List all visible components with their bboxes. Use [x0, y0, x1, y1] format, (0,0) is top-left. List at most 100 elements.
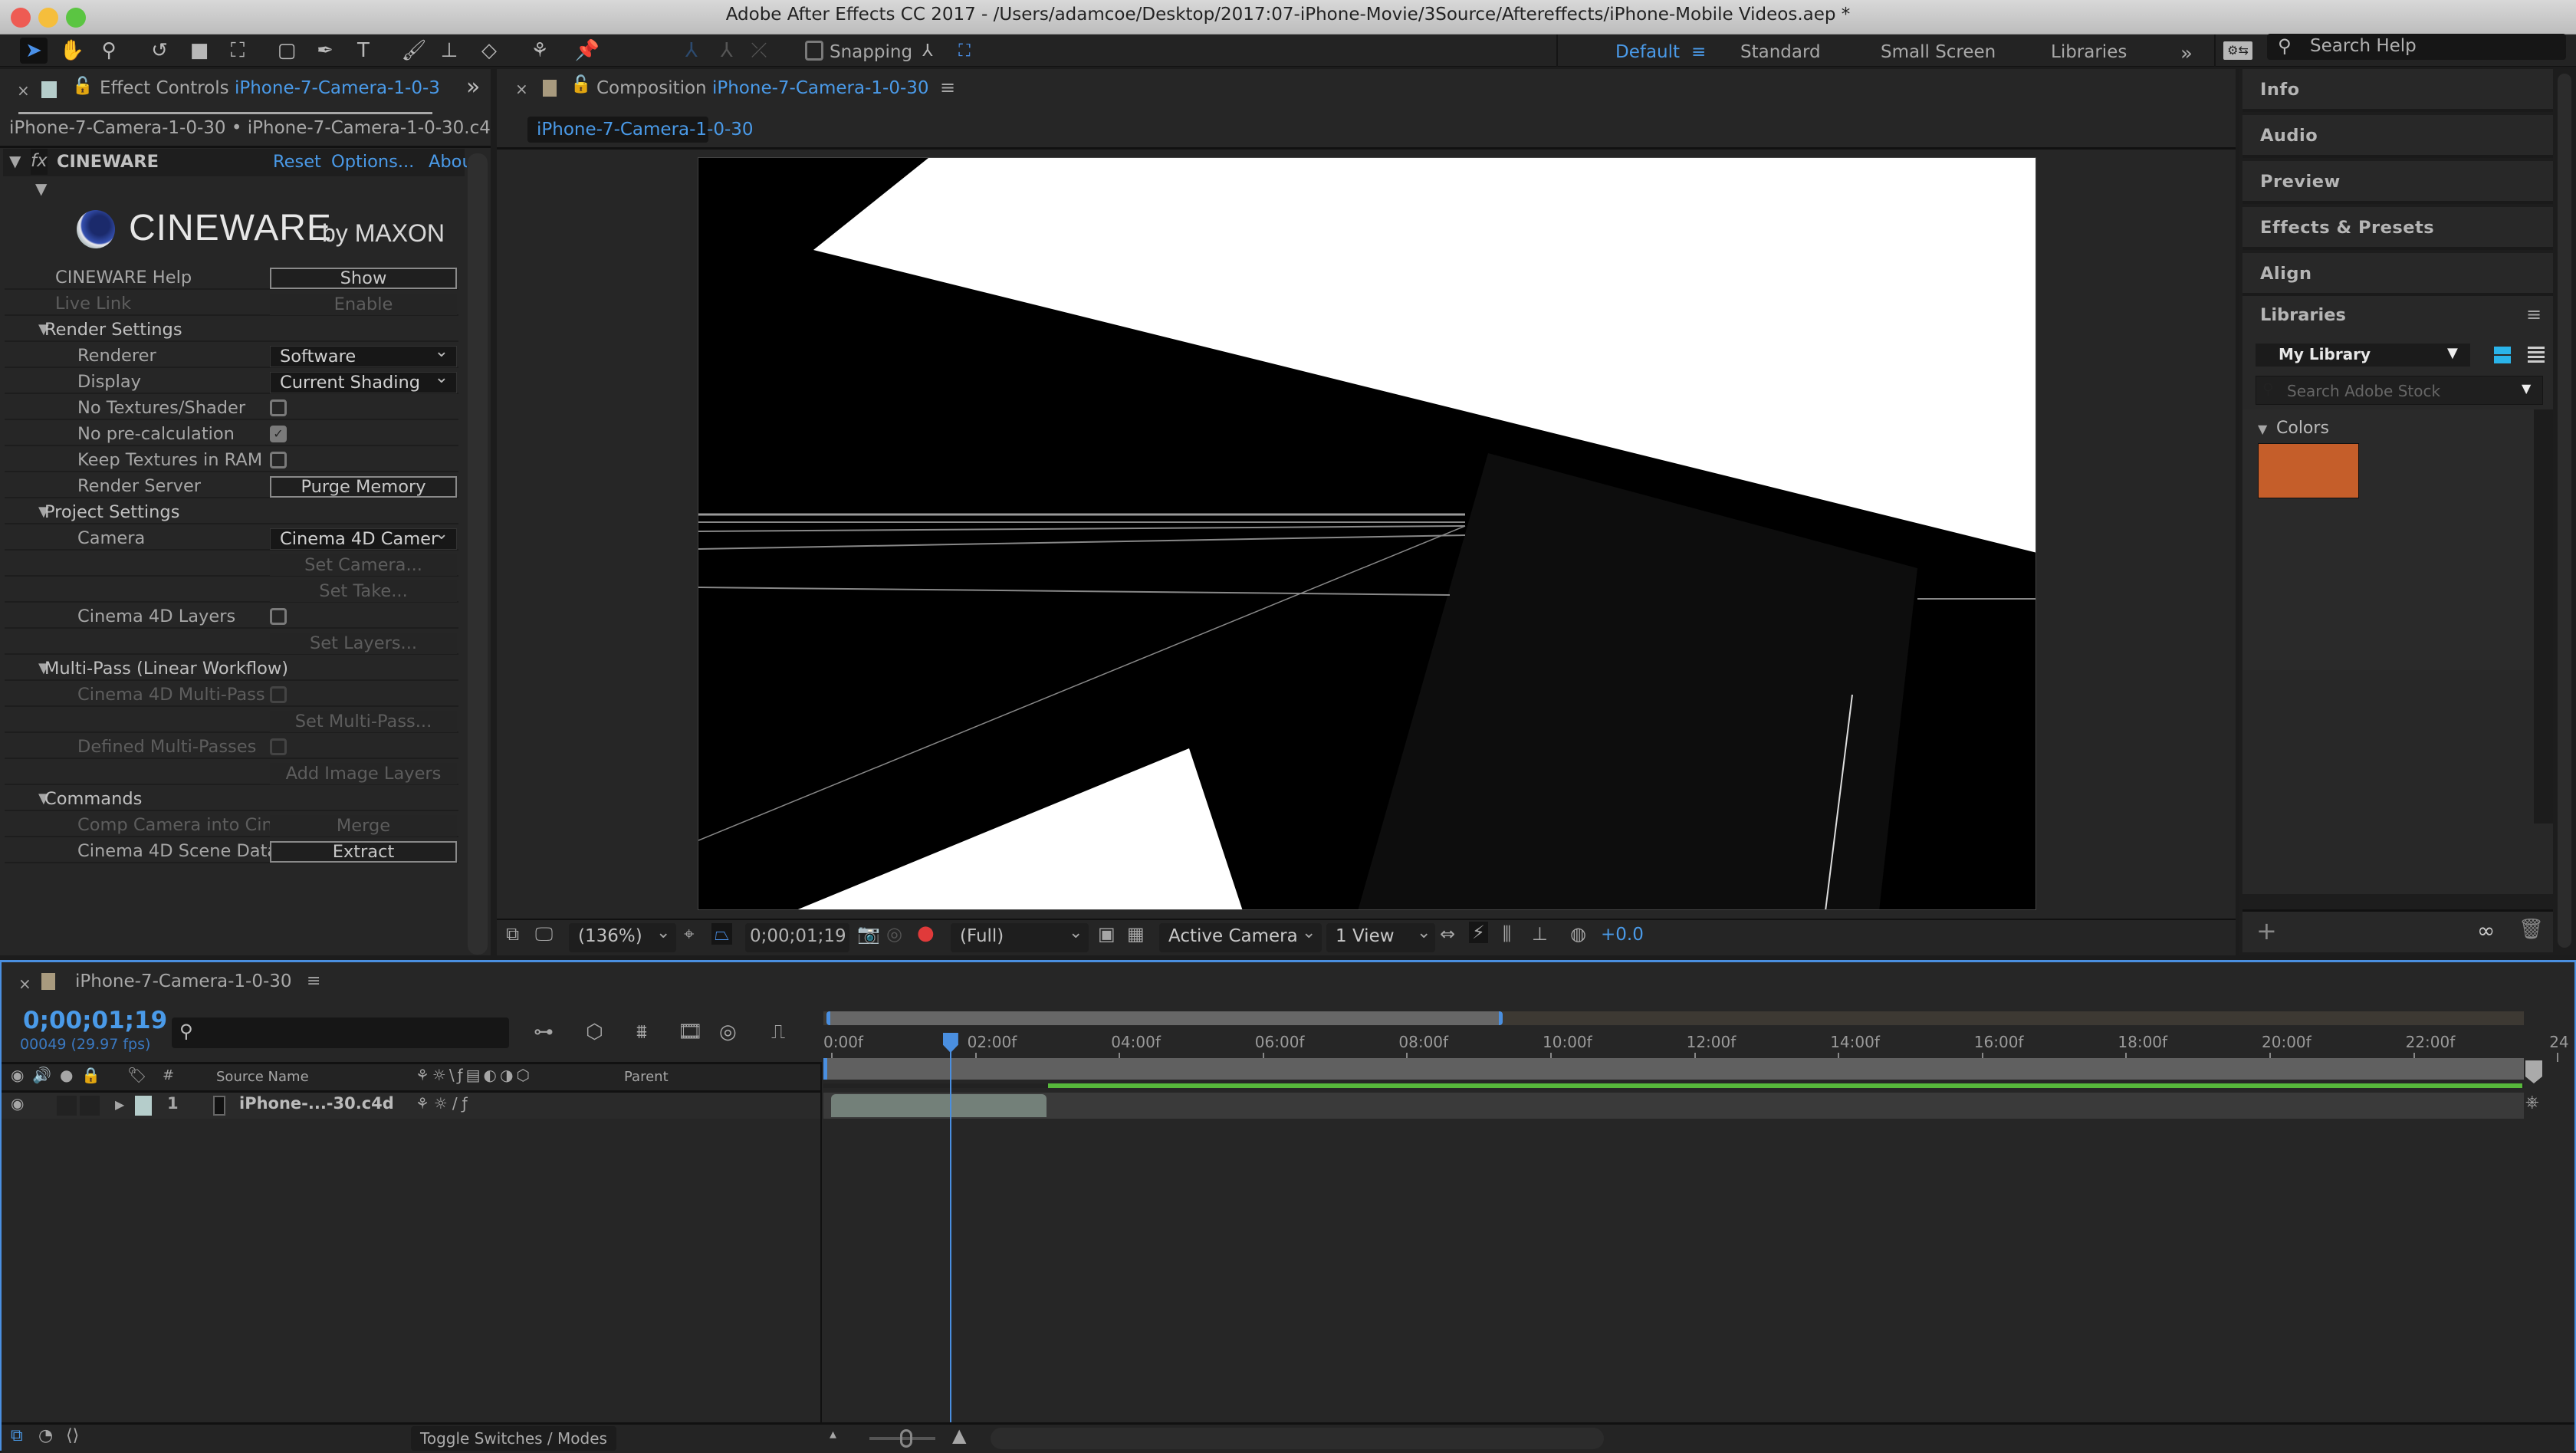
creative-cloud-icon[interactable]: ∞: [2477, 918, 2495, 943]
world-axis-icon[interactable]: ⅄: [713, 38, 741, 64]
effect-button[interactable]: Purge Memory: [270, 476, 457, 498]
panel-info[interactable]: Info: [2242, 69, 2553, 112]
show-snapshot-icon[interactable]: ◎: [886, 923, 902, 945]
region-of-interest-icon[interactable]: ⏢: [711, 923, 733, 945]
column-source-name[interactable]: Source Name: [216, 1069, 309, 1085]
library-select[interactable]: My Library ▼: [2256, 344, 2470, 367]
close-comp-tab-icon[interactable]: ×: [515, 80, 528, 98]
grid-view-icon[interactable]: [2494, 347, 2511, 363]
work-area-bar[interactable]: [823, 1058, 2524, 1080]
comp-mini-flowchart-icon[interactable]: ⊶: [534, 1021, 554, 1044]
fast-draft-icon[interactable]: ⚡: [1469, 922, 1488, 943]
current-time-indicator-head[interactable]: [942, 1033, 958, 1053]
zoom-slider-handle[interactable]: [900, 1429, 912, 1448]
sync-settings-icon[interactable]: ⚙⇆: [2223, 41, 2252, 60]
view-layout-dropdown[interactable]: 1 View ⌄: [1326, 923, 1435, 952]
magnification-dropdown[interactable]: (136%) ⌄: [569, 923, 676, 952]
brush-tool-icon[interactable]: 🖌: [400, 38, 428, 64]
timeline-icon[interactable]: ⫼: [1503, 923, 1511, 945]
rectangle-tool-icon[interactable]: ▢: [273, 38, 301, 64]
comp-end-marker-icon[interactable]: [2525, 1060, 2542, 1083]
snapping-edge-icon[interactable]: ⅄: [914, 38, 941, 64]
close-tab-icon[interactable]: ×: [17, 81, 30, 100]
layer-duration-bar[interactable]: [831, 1094, 1047, 1117]
pen-tool-icon[interactable]: ✒: [311, 38, 339, 64]
effect-controls-scrollbar[interactable]: [468, 153, 488, 955]
workspace-small-screen[interactable]: Small Screen: [1881, 42, 1996, 62]
comp-marker-bin-icon[interactable]: ⎈: [2525, 1093, 2539, 1112]
snapping-feature-icon[interactable]: ⛶: [951, 38, 978, 64]
layer-switches-pane-icon[interactable]: ⧉: [11, 1426, 23, 1445]
effect-checkbox[interactable]: ✓: [270, 426, 287, 442]
timeline-horizontal-scrollbar[interactable]: [991, 1428, 1604, 1449]
hand-tool-icon[interactable]: ✋: [58, 38, 86, 64]
clone-stamp-tool-icon[interactable]: ⊥: [435, 38, 463, 64]
motion-blur-icon[interactable]: ◎: [719, 1021, 737, 1044]
resolution-dropdown[interactable]: (Full) ⌄: [951, 923, 1089, 952]
layer-row[interactable]: ◉ ▶ 1 iPhone-...-30.c4d ⚘☼/ƒ: [2, 1093, 820, 1119]
reset-link[interactable]: Reset: [273, 152, 321, 172]
more-workspaces-icon[interactable]: »: [2180, 42, 2193, 65]
rotate-tool-icon[interactable]: ↺: [146, 38, 173, 64]
effect-button[interactable]: Show: [270, 268, 457, 289]
layer-solo-toggle[interactable]: [80, 1096, 100, 1116]
panel-preview[interactable]: Preview: [2242, 161, 2553, 204]
panel-overflow-icon[interactable]: »: [466, 74, 480, 100]
eraser-tool-icon[interactable]: ◇: [475, 38, 503, 64]
effect-dropdown[interactable]: Software: [270, 342, 457, 367]
solo-switch-icon[interactable]: ●: [60, 1066, 73, 1084]
panel-align[interactable]: Align: [2242, 253, 2553, 296]
snapshot-camera-icon[interactable]: 📷: [857, 923, 880, 945]
timeline-timecode[interactable]: 0;00;01;19: [23, 1007, 167, 1034]
composition-tab[interactable]: Composition iPhone-7-Camera-1-0-30: [596, 78, 929, 98]
exposure-value[interactable]: +0.0: [1601, 925, 1644, 945]
comp-lock-icon[interactable]: 🔓: [570, 75, 591, 94]
audio-switch-icon[interactable]: 🔊: [32, 1066, 51, 1084]
view-axis-icon[interactable]: ⤫: [745, 38, 773, 64]
effect-dropdown[interactable]: Current Shading: [270, 368, 457, 393]
workspace-default[interactable]: Default: [1615, 42, 1680, 62]
logo-collapse-triangle-icon[interactable]: ▼: [35, 179, 47, 198]
local-axis-icon[interactable]: ⅄: [678, 38, 705, 64]
always-preview-icon[interactable]: ⧉: [506, 923, 519, 945]
layer-name[interactable]: iPhone-...-30.c4d: [239, 1094, 394, 1113]
timeline-tab[interactable]: iPhone-7-Camera-1-0-30: [75, 971, 292, 991]
effect-checkbox[interactable]: [270, 452, 287, 468]
effect-checkbox[interactable]: [270, 399, 287, 416]
workspace-menu-icon[interactable]: ≡: [1691, 42, 1706, 62]
transfer-controls-pane-icon[interactable]: ◔: [38, 1426, 53, 1445]
about-link[interactable]: Abou: [429, 152, 467, 172]
current-time-indicator-line[interactable]: [949, 1036, 951, 1422]
fast-previews-icon[interactable]: ▣: [1098, 923, 1116, 945]
roto-brush-tool-icon[interactable]: ⚘: [526, 38, 554, 64]
in-out-pane-icon[interactable]: ⟨⟩: [66, 1426, 79, 1445]
lock-switch-icon[interactable]: 🔒: [81, 1066, 100, 1084]
trash-icon[interactable]: 🗑: [2518, 918, 2544, 941]
layer-label-color[interactable]: [135, 1096, 152, 1116]
channel-rgb-icon[interactable]: ●: [917, 922, 935, 945]
effect-checkbox[interactable]: [270, 608, 287, 625]
hide-shy-layers-icon[interactable]: ⩩: [636, 1021, 647, 1044]
close-timeline-tab-icon[interactable]: ×: [18, 975, 31, 993]
toggle-switches-modes-button[interactable]: Toggle Switches / Modes: [411, 1426, 616, 1451]
list-view-icon[interactable]: [2528, 347, 2545, 363]
pan-behind-tool-icon[interactable]: ⛶: [224, 38, 251, 64]
monitor-icon[interactable]: 🖵: [535, 923, 553, 945]
effect-controls-tab[interactable]: Effect Controls iPhone-7-Camera-1-0-3: [100, 78, 440, 98]
reset-exposure-icon[interactable]: ◍: [1570, 923, 1586, 945]
search-help-field[interactable]: ⚲ Search Help: [2267, 34, 2566, 60]
timeline-search-field[interactable]: ⚲: [172, 1017, 509, 1048]
time-navigator-handle[interactable]: [826, 1011, 1503, 1025]
fx-toggle-icon[interactable]: fx: [31, 149, 48, 175]
color-swatch[interactable]: [2258, 443, 2359, 498]
video-switch-icon[interactable]: ◉: [11, 1066, 24, 1084]
zoom-tool-icon[interactable]: ⚲: [95, 38, 123, 64]
timeline-menu-icon[interactable]: ≡: [307, 971, 320, 991]
composition-viewer[interactable]: [698, 157, 2036, 910]
layer-expand-triangle-icon[interactable]: ▶: [115, 1097, 124, 1112]
libraries-scrollbar[interactable]: [2534, 409, 2553, 823]
add-content-icon[interactable]: +: [2256, 916, 2277, 945]
search-adobe-stock-field[interactable]: ⚲ Search Adobe Stock ▼: [2256, 376, 2543, 405]
collapse-triangle-icon[interactable]: ▼: [9, 152, 21, 170]
selection-tool-icon[interactable]: ➤: [20, 38, 48, 64]
